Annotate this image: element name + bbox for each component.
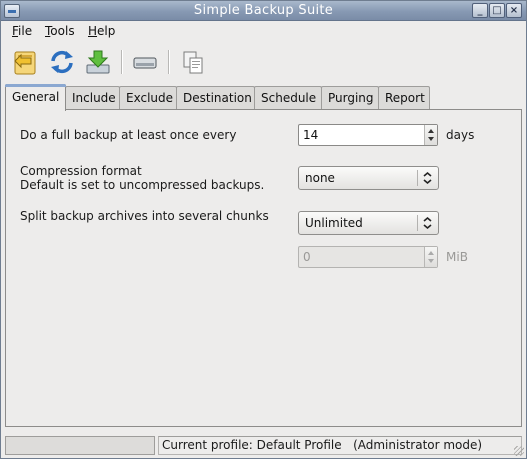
copy-button[interactable]	[178, 47, 208, 77]
menu-file-label: File	[12, 24, 33, 38]
combo-divider	[417, 215, 418, 231]
toolbar-separator	[168, 50, 170, 74]
full-backup-interval-input[interactable]	[300, 126, 423, 144]
tab-exclude[interactable]: Exclude	[119, 86, 177, 110]
menu-tools-label: Tools	[45, 24, 75, 38]
download-button[interactable]	[83, 47, 113, 77]
spin-up-icon	[428, 251, 434, 255]
toolbar-separator	[121, 50, 123, 74]
tab-destination[interactable]: Destination	[176, 86, 255, 110]
maximize-button[interactable]: □	[489, 3, 505, 18]
title-bar[interactable]: Simple Backup Suite _ □ ×	[1, 1, 526, 21]
tab-report[interactable]: Report	[378, 86, 430, 110]
full-backup-interval-spinner[interactable]	[298, 124, 438, 146]
full-backup-unit-label: days	[446, 128, 475, 142]
tab-general-label: General	[12, 90, 60, 104]
chunk-size-unit-label: MiB	[446, 250, 468, 264]
minimize-button[interactable]: _	[472, 3, 488, 18]
chevron-updown-icon	[423, 216, 432, 230]
menu-help-label: Help	[88, 24, 116, 38]
current-profile-text: Current profile: Default Profile (Admini…	[162, 438, 483, 452]
compression-format-value: none	[305, 171, 335, 185]
tab-schedule[interactable]: Schedule	[254, 86, 322, 110]
combo-divider	[417, 170, 418, 186]
tab-destination-label: Destination	[183, 91, 252, 105]
compression-label: Compression format	[20, 164, 142, 178]
menu-file[interactable]: File	[12, 24, 32, 38]
tab-report-label: Report	[385, 91, 425, 105]
drive-button[interactable]	[130, 47, 160, 77]
status-bar: Current profile: Default Profile (Admini…	[1, 434, 526, 458]
tab-exclude-label: Exclude	[126, 91, 174, 105]
refresh-button[interactable]	[47, 47, 77, 77]
window-title: Simple Backup Suite	[193, 3, 334, 18]
tab-schedule-label: Schedule	[261, 91, 317, 105]
refresh-icon	[51, 50, 73, 74]
chevron-updown-icon	[423, 171, 432, 185]
general-tab-panel: Do a full backup at least once every day…	[5, 109, 522, 427]
open-profile-icon	[14, 51, 36, 75]
split-archives-label: Split backup archives into several chunk…	[20, 209, 269, 223]
status-progress-area	[5, 436, 155, 455]
spinner-arrows	[424, 247, 437, 267]
tab-include[interactable]: Include	[65, 86, 120, 110]
tab-purging-label: Purging	[328, 91, 374, 105]
menu-help[interactable]: Help	[88, 24, 115, 38]
compression-format-select[interactable]: none	[298, 166, 439, 190]
menu-bar: File Tools Help	[1, 21, 526, 42]
drive-icon	[133, 57, 157, 69]
spinner-arrows[interactable]	[424, 125, 437, 145]
tab-general[interactable]: General	[5, 84, 66, 111]
chunk-size-spinner	[298, 246, 438, 268]
close-button[interactable]: ×	[506, 3, 522, 18]
spin-down-icon	[428, 259, 434, 263]
tab-purging[interactable]: Purging	[321, 86, 379, 110]
toolbar	[1, 42, 526, 82]
split-archives-select[interactable]: Unlimited	[298, 211, 439, 235]
compression-hint: Default is set to uncompressed backups.	[20, 178, 265, 192]
tab-include-label: Include	[72, 91, 116, 105]
open-profile-button[interactable]	[11, 47, 41, 77]
split-archives-value: Unlimited	[305, 216, 363, 230]
menu-tools[interactable]: Tools	[45, 24, 75, 38]
main-window: Simple Backup Suite _ □ × File Tools Hel…	[0, 0, 527, 459]
copy-icon	[183, 51, 203, 74]
spin-up-icon[interactable]	[428, 129, 434, 133]
resize-grip-icon[interactable]	[514, 446, 524, 456]
status-profile-text: Current profile: Default Profile (Admini…	[158, 436, 522, 455]
full-backup-label: Do a full backup at least once every	[20, 128, 237, 142]
chunk-size-input	[300, 248, 423, 266]
spin-down-icon[interactable]	[428, 137, 434, 141]
download-icon	[86, 50, 110, 74]
